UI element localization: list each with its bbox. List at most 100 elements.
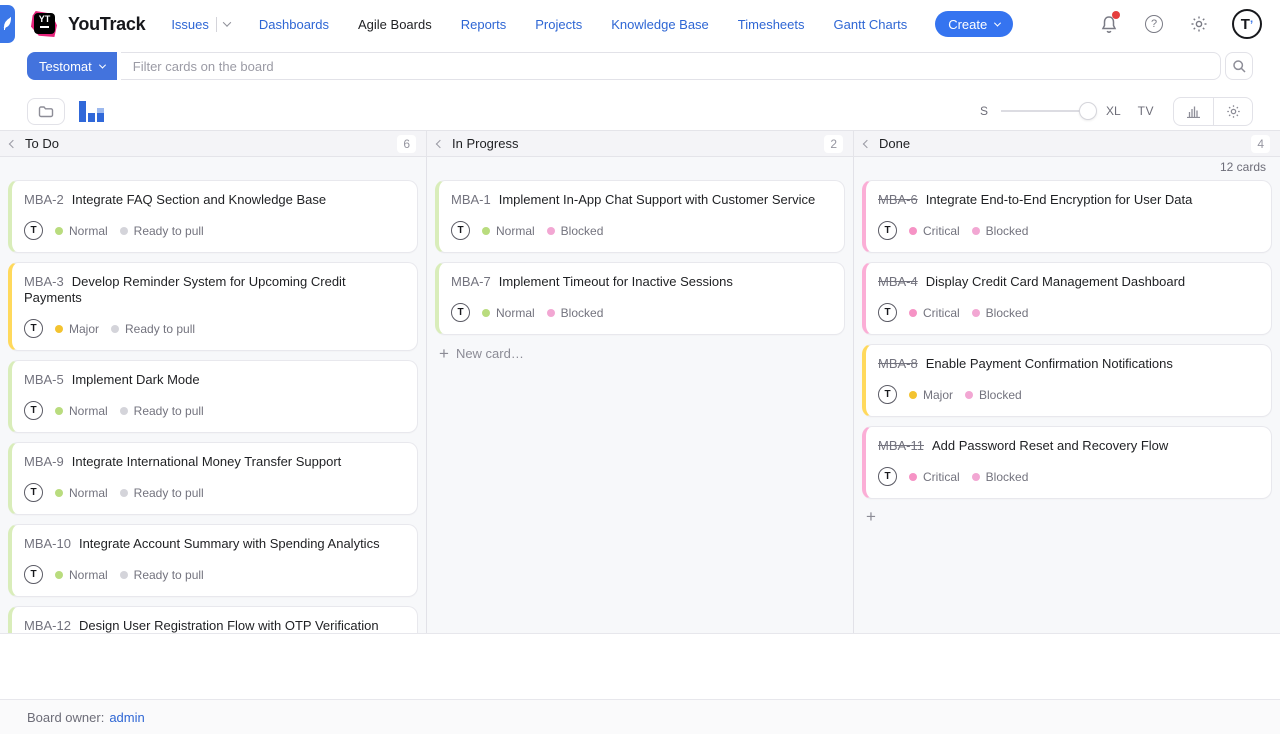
card-meta-row: T Major Ready to pull — [24, 319, 405, 338]
board-card[interactable]: MBA-7Implement Timeout for Inactive Sess… — [435, 262, 845, 335]
create-button[interactable]: Create — [935, 11, 1013, 37]
board-card[interactable]: MBA-6 Integrate End-to-End Encryption for… — [862, 180, 1272, 253]
column-headers-row: To Do 6 In Progress 2 Done 4 — [0, 130, 1280, 157]
assignee-avatar[interactable]: T — [451, 303, 470, 322]
board-card[interactable]: MBA-3Develop Reminder System for Upcomin… — [8, 262, 418, 351]
tv-mode-button[interactable]: TV — [1138, 104, 1154, 118]
status-label: Ready to pull — [134, 568, 204, 582]
card-meta-row: T Critical Blocked — [878, 467, 1259, 486]
nav-issues[interactable]: Issues — [171, 17, 230, 32]
priority-field: Major — [909, 388, 953, 402]
board-settings-button[interactable] — [1213, 98, 1252, 125]
card-id: MBA-12 — [24, 618, 71, 633]
assignee-avatar[interactable]: T — [24, 221, 43, 240]
card-meta-row: T Normal Ready to pull — [24, 483, 405, 502]
board-card[interactable]: MBA-2Integrate FAQ Section and Knowledge… — [8, 180, 418, 253]
card-title-row: MBA-10 Integrate Account Summary with Spe… — [24, 536, 405, 552]
assignee-avatar[interactable]: T — [24, 401, 43, 420]
youtrack-logo[interactable]: YT YouTrack — [29, 9, 145, 39]
board-card[interactable]: MBA-11Add Password Reset and Recovery Fl… — [862, 426, 1272, 499]
card-title: Integrate Account Summary with Spending … — [79, 536, 380, 551]
column-header-done[interactable]: Done 4 — [853, 131, 1280, 156]
plus-icon: + — [439, 347, 449, 361]
chevron-down-icon[interactable] — [223, 18, 231, 26]
filter-cards-input[interactable] — [121, 52, 1221, 80]
board-card[interactable]: MBA-10 Integrate Account Summary with Spe… — [8, 524, 418, 597]
assignee-avatar[interactable]: T — [878, 303, 897, 322]
status-field: Blocked — [972, 306, 1029, 320]
notifications-bell-icon[interactable] — [1097, 12, 1121, 36]
assignee-avatar[interactable]: T — [24, 483, 43, 502]
priority-dot-icon — [55, 571, 63, 579]
assignee-avatar[interactable]: T — [24, 565, 43, 584]
status-dot-icon — [111, 325, 119, 333]
assistant-sidebar-button[interactable] — [0, 5, 15, 43]
search-button[interactable] — [1225, 52, 1253, 80]
board-owner-link[interactable]: admin — [109, 710, 144, 725]
settings-gear-icon[interactable] — [1187, 12, 1211, 36]
column-header-in-progress[interactable]: In Progress 2 — [426, 131, 853, 156]
column-header-todo[interactable]: To Do 6 — [0, 131, 426, 156]
assignee-avatar[interactable]: T — [878, 467, 897, 486]
assignee-avatar[interactable]: T — [878, 385, 897, 404]
nav-timesheets[interactable]: Timesheets — [738, 17, 805, 32]
project-selector-button[interactable]: Testomat — [27, 52, 117, 80]
nav-reports[interactable]: Reports — [461, 17, 507, 32]
user-avatar[interactable]: T — [1232, 9, 1262, 39]
collapse-column-icon[interactable] — [863, 139, 871, 147]
status-label: Ready to pull — [125, 322, 195, 336]
card-id: MBA-8 — [878, 356, 918, 371]
board-card[interactable]: MBA-5Implement Dark Mode T Normal Ready … — [8, 360, 418, 433]
card-title: Integrate End-to-End Encryption for User… — [926, 192, 1193, 207]
status-field: Blocked — [965, 388, 1022, 402]
card-title: Implement Dark Mode — [72, 372, 200, 387]
collapse-column-icon[interactable] — [9, 139, 17, 147]
priority-dot-icon — [55, 325, 63, 333]
status-label: Blocked — [986, 224, 1029, 238]
board-folder-button[interactable] — [27, 98, 65, 125]
histogram-icon — [1186, 105, 1201, 118]
add-card-button[interactable]: + New card… — [435, 344, 845, 363]
card-title-row: MBA-9Integrate International Money Trans… — [24, 454, 405, 470]
board-card[interactable]: MBA-4Display Credit Card Management Dash… — [862, 262, 1272, 335]
card-id: MBA-10 — [24, 536, 71, 551]
nav-gantt-charts[interactable]: Gantt Charts — [834, 17, 908, 32]
status-field: Ready to pull — [120, 224, 204, 238]
card-id: MBA-11 — [878, 438, 924, 453]
status-field: Blocked — [547, 224, 604, 238]
card-title: Display Credit Card Management Dashboard — [926, 274, 1185, 289]
priority-label: Normal — [69, 224, 108, 238]
chart-view-toggle-icon[interactable] — [79, 100, 104, 122]
card-title-row: MBA-4Display Credit Card Management Dash… — [878, 274, 1259, 290]
column-todo: MBA-2Integrate FAQ Section and Knowledge… — [0, 157, 426, 633]
priority-label: Normal — [69, 404, 108, 418]
nav-dashboards[interactable]: Dashboards — [259, 17, 329, 32]
help-icon[interactable]: ? — [1142, 12, 1166, 36]
nav-knowledge-base[interactable]: Knowledge Base — [611, 17, 709, 32]
board-card[interactable]: MBA-9Integrate International Money Trans… — [8, 442, 418, 515]
card-title-row: MBA-8Enable Payment Confirmation Notific… — [878, 356, 1259, 372]
status-label: Ready to pull — [134, 224, 204, 238]
bottom-spacer — [0, 634, 1280, 699]
add-card-button[interactable]: + — [862, 508, 1272, 526]
status-label: Blocked — [979, 388, 1022, 402]
board-card[interactable]: MBA-12Design User Registration Flow with… — [8, 606, 418, 633]
priority-field: Critical — [909, 224, 960, 238]
board-card[interactable]: MBA-8Enable Payment Confirmation Notific… — [862, 344, 1272, 417]
card-id: MBA-6 — [878, 192, 918, 207]
nav-projects[interactable]: Projects — [535, 17, 582, 32]
collapse-column-icon[interactable] — [436, 139, 444, 147]
board-card[interactable]: MBA-1Implement In-App Chat Support with … — [435, 180, 845, 253]
priority-dot-icon — [909, 473, 917, 481]
assignee-avatar[interactable]: T — [878, 221, 897, 240]
priority-label: Normal — [69, 568, 108, 582]
priority-field: Normal — [55, 568, 108, 582]
card-size-slider[interactable] — [1001, 102, 1093, 120]
assignee-avatar[interactable]: T — [451, 221, 470, 240]
priority-dot-icon — [909, 309, 917, 317]
burndown-chart-button[interactable] — [1174, 98, 1213, 125]
assignee-avatar[interactable]: T — [24, 319, 43, 338]
status-label: Blocked — [561, 306, 604, 320]
slider-handle[interactable] — [1079, 102, 1097, 120]
nav-agile-boards[interactable]: Agile Boards — [358, 17, 432, 32]
